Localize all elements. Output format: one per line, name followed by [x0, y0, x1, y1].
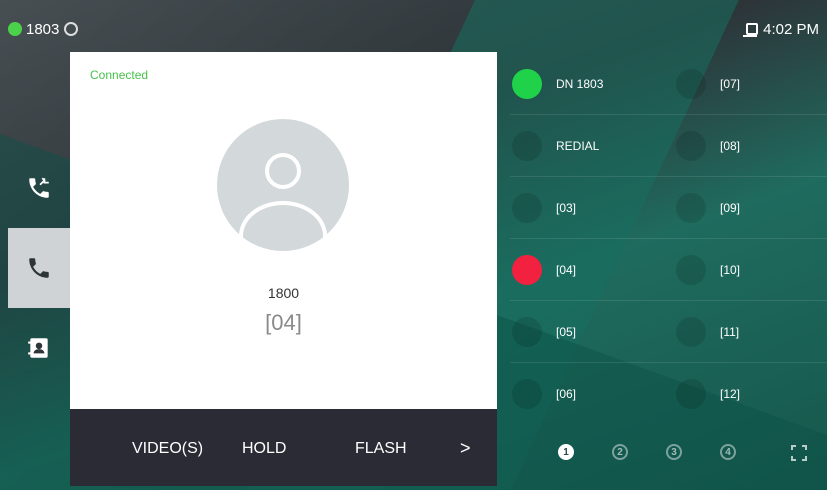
- line-key-label: [05]: [556, 325, 577, 339]
- line-key-label: [06]: [556, 387, 577, 401]
- line-key-label: [08]: [720, 139, 741, 153]
- account-number: 1803: [26, 21, 60, 38]
- line-status-icon: [512, 255, 542, 285]
- line-status-icon: [512, 193, 542, 223]
- page-indicator-3[interactable]: 3: [666, 444, 682, 460]
- line-key-label: [12]: [720, 387, 741, 401]
- line-status-icon: [676, 255, 706, 285]
- line-key-label: [10]: [720, 263, 741, 277]
- more-softkey[interactable]: >: [460, 438, 471, 459]
- video-softkey[interactable]: VIDEO(S): [132, 440, 203, 458]
- line-key-label: REDIAL: [556, 139, 600, 153]
- tab-call-history[interactable]: [8, 148, 70, 228]
- contacts-icon: [28, 338, 48, 358]
- call-history-icon: [29, 177, 49, 198]
- hold-softkey[interactable]: HOLD: [242, 440, 286, 458]
- clock-area: 4:02 PM: [743, 21, 819, 38]
- caller-number: 1800: [267, 285, 300, 301]
- line-key-label: [04]: [556, 263, 577, 277]
- avatar-head: [265, 153, 301, 189]
- line-key-2[interactable]: REDIAL: [512, 115, 599, 177]
- expand-icon[interactable]: [790, 444, 808, 462]
- status-bar: 1803 4:02 PM: [0, 0, 827, 46]
- line-status-icon: [512, 131, 542, 161]
- line-status-icon: [676, 131, 706, 161]
- line-key-label: [09]: [720, 201, 741, 215]
- caller-line: [04]: [265, 310, 302, 335]
- page-indicator-1[interactable]: 1: [558, 444, 574, 460]
- clock: 4:02 PM: [763, 21, 819, 38]
- page-indicator-2[interactable]: 2: [612, 444, 628, 460]
- phone-icon: [29, 258, 49, 278]
- account-registration-icon: [64, 22, 78, 36]
- tab-contacts[interactable]: [8, 308, 70, 388]
- line-key-10[interactable]: [10]: [676, 239, 740, 301]
- avatar-body: [239, 201, 327, 251]
- line-key-3[interactable]: [03]: [512, 177, 576, 239]
- line-status-icon: [676, 69, 706, 99]
- line-key-12[interactable]: [12]: [676, 363, 740, 425]
- call-state: Connected: [90, 68, 149, 82]
- line-key-1[interactable]: DN 1803: [512, 53, 603, 115]
- line-key-11[interactable]: [11]: [676, 301, 739, 363]
- page-indicator-4[interactable]: 4: [720, 444, 736, 460]
- line-key-label: [11]: [720, 325, 740, 339]
- line-key-7[interactable]: [07]: [676, 53, 740, 115]
- line-status-icon: [676, 379, 706, 409]
- softkey-bar: VIDEO(S) HOLD FLASH >: [70, 409, 497, 486]
- line-status-icon: [512, 379, 542, 409]
- network-icon: [743, 22, 759, 37]
- account-status-icon: [8, 22, 22, 36]
- line-key-label: [07]: [720, 77, 741, 91]
- line-status-icon: [512, 69, 542, 99]
- line-status-icon: [512, 317, 542, 347]
- tab-active-call[interactable]: [8, 228, 70, 308]
- line-key-5[interactable]: [05]: [512, 301, 576, 363]
- line-key-9[interactable]: [09]: [676, 177, 740, 239]
- line-status-icon: [676, 193, 706, 223]
- line-status-icon: [676, 317, 706, 347]
- caller-avatar: [217, 119, 349, 251]
- line-key-8[interactable]: [08]: [676, 115, 740, 177]
- line-key-6[interactable]: [06]: [512, 363, 576, 425]
- line-key-label: DN 1803: [556, 77, 604, 91]
- flash-softkey[interactable]: FLASH: [355, 440, 407, 458]
- line-key-4[interactable]: [04]: [512, 239, 576, 301]
- active-call-card[interactable]: Connected 1800 [04]: [70, 52, 497, 409]
- line-key-label: [03]: [556, 201, 577, 215]
